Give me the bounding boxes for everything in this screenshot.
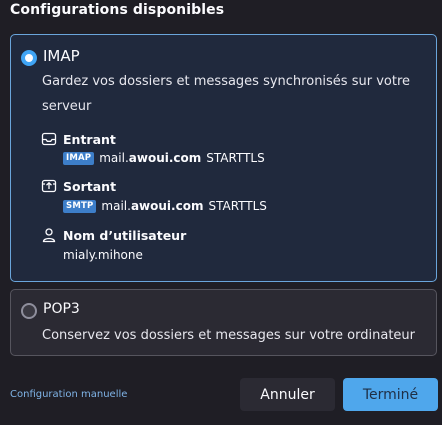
- outgoing-server: SMTP mail.awoui.com STARTTLS: [63, 199, 267, 213]
- cancel-button[interactable]: Annuler: [240, 378, 335, 411]
- pop3-description: Conservez vos dossiers et messages sur v…: [42, 328, 415, 343]
- username-label: Nom d’utilisateur: [63, 228, 187, 243]
- outgoing-host: mail.awoui.com: [101, 199, 204, 213]
- imap-title: IMAP: [43, 47, 80, 65]
- incoming-security: STARTTLS: [206, 151, 265, 165]
- inbox-icon: [41, 131, 57, 147]
- incoming-label: Entrant: [63, 132, 116, 147]
- outgoing-security: STARTTLS: [208, 199, 267, 213]
- username-value: mialy.mihone: [63, 248, 143, 262]
- option-pop3[interactable]: POP3 Conservez vos dossiers et messages …: [10, 289, 437, 356]
- pop3-radio[interactable]: [21, 303, 37, 319]
- outbox-icon: [41, 178, 57, 194]
- option-imap[interactable]: IMAP Gardez vos dossiers et messages syn…: [10, 34, 437, 282]
- incoming-protocol-badge: IMAP: [63, 151, 95, 165]
- incoming-host: mail.awoui.com: [99, 151, 202, 165]
- outgoing-label: Sortant: [63, 179, 117, 194]
- user-icon: [41, 227, 57, 243]
- incoming-server: IMAP mail.awoui.com STARTTLS: [63, 151, 265, 165]
- done-button[interactable]: Terminé: [343, 378, 438, 411]
- manual-config-link[interactable]: Configuration manuelle: [10, 389, 127, 400]
- outgoing-protocol-badge: SMTP: [63, 199, 97, 213]
- imap-radio[interactable]: [21, 50, 37, 66]
- pop3-title: POP3: [43, 301, 80, 317]
- section-heading: Configurations disponibles: [10, 2, 225, 18]
- imap-description: Gardez vos dossiers et messages synchron…: [42, 74, 411, 114]
